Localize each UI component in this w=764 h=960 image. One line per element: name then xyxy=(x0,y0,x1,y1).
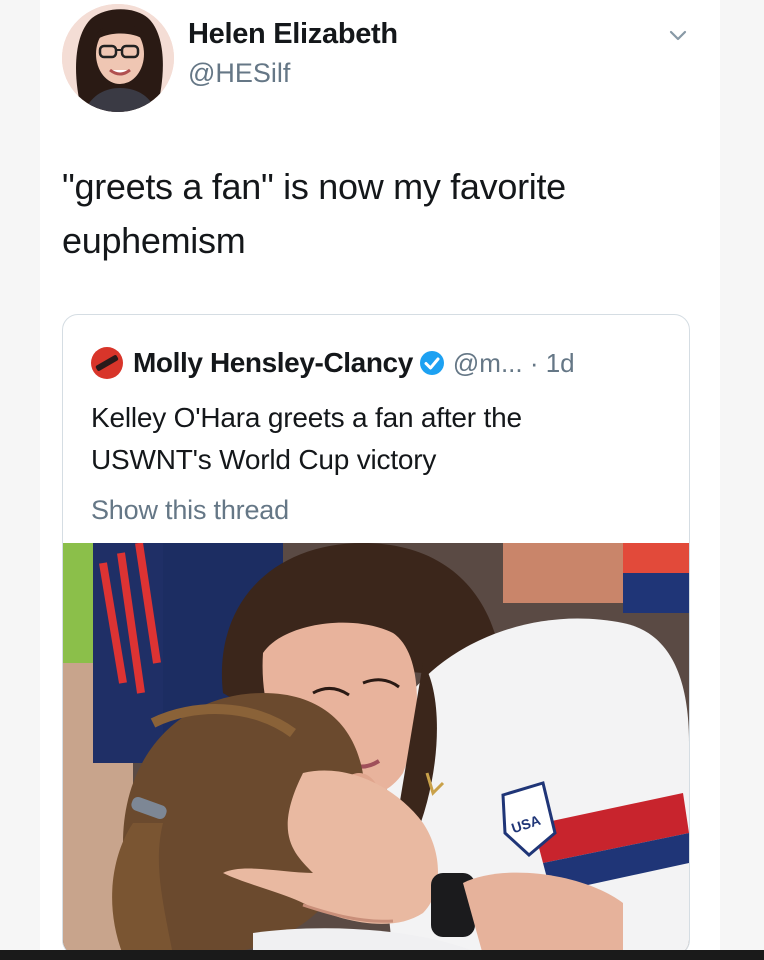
verified-badge-icon xyxy=(419,351,444,375)
tweet-text: "greets a fan" is now my favorite euphem… xyxy=(62,160,682,268)
quoted-meta: @m... · 1d xyxy=(452,347,575,378)
bottom-edge xyxy=(0,950,764,960)
tweet-text-line: euphemism xyxy=(62,220,246,261)
quoted-author-name[interactable]: Molly Hensley-Clancy xyxy=(133,347,413,379)
avatar[interactable] xyxy=(62,4,174,112)
quoted-text-line: USWNT's World Cup victory xyxy=(91,444,437,475)
quoted-tweet-photo[interactable]: USA xyxy=(63,543,689,955)
avatar-photo xyxy=(62,4,174,112)
show-thread-link[interactable]: Show this thread xyxy=(91,495,289,526)
quoted-tweet-header: Molly Hensley-Clancy @m... · 1d xyxy=(91,343,575,383)
quoted-tweet[interactable]: Molly Hensley-Clancy @m... · 1d Kelley O… xyxy=(62,314,690,956)
chevron-down-icon[interactable] xyxy=(668,28,688,44)
author-name[interactable]: Helen Elizabeth xyxy=(188,18,398,51)
news-logo-icon xyxy=(91,347,123,379)
tweet-text-line: "greets a fan" is now my favorite xyxy=(62,166,566,207)
quoted-tweet-text: Kelley O'Hara greets a fan after the USW… xyxy=(91,397,661,481)
quoted-text-line: Kelley O'Hara greets a fan after the xyxy=(91,402,522,433)
author-handle[interactable]: @HESilf xyxy=(188,58,290,89)
